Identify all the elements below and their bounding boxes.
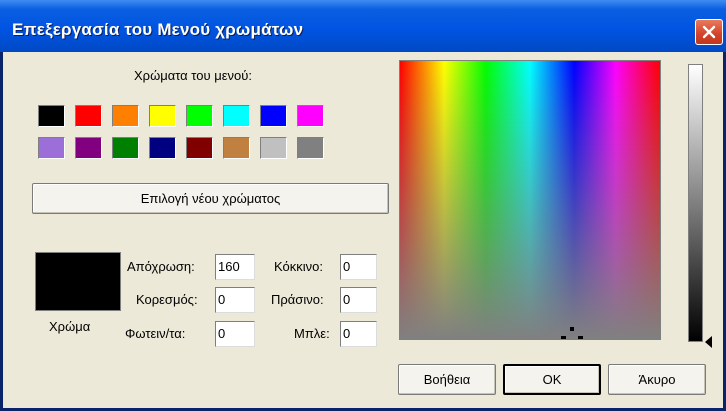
color-spectrum[interactable] (399, 60, 661, 340)
close-button[interactable] (695, 19, 723, 45)
green-label: Πράσινο: (271, 292, 324, 307)
crosshair-icon (561, 327, 583, 339)
color-swatch[interactable] (260, 105, 287, 127)
red-label: Κόκκινο: (274, 259, 323, 274)
blue-label: Μπλε: (294, 326, 330, 341)
select-new-color-button[interactable]: Επιλογή νέου χρώματος (32, 183, 389, 214)
luminance-pointer-icon[interactable] (705, 336, 713, 348)
cancel-button[interactable]: Άκυρο (608, 364, 706, 395)
green-input[interactable]: 0 (340, 287, 377, 313)
window-title: Επεξεργασία του Μενού χρωμάτων (12, 20, 304, 39)
color-swatch[interactable] (149, 105, 176, 127)
help-button[interactable]: Βοήθεια (398, 364, 496, 395)
menu-colors-label: Χρώματα του μενού: (134, 68, 252, 83)
dialog-body: Χρώματα του μενού: Επιλογή νέου χρώματος… (3, 52, 723, 408)
color-swatch[interactable] (223, 105, 250, 127)
color-swatch[interactable] (112, 137, 139, 159)
color-swatch[interactable] (75, 137, 102, 159)
saturation-input[interactable]: 0 (215, 287, 255, 313)
ok-button[interactable]: OK (503, 364, 601, 395)
color-dialog: Επεξεργασία του Μενού χρωμάτων Χρώματα τ… (0, 0, 726, 411)
color-swatch[interactable] (38, 105, 65, 127)
spectrum-saturation-gradient (400, 61, 660, 339)
close-icon (702, 25, 716, 39)
color-swatch[interactable] (297, 137, 324, 159)
color-swatch[interactable] (149, 137, 176, 159)
hue-label: Απόχρωση: (127, 259, 195, 274)
color-swatch[interactable] (38, 137, 65, 159)
luminance-slider[interactable] (688, 64, 703, 342)
color-swatch[interactable] (75, 105, 102, 127)
blue-input[interactable]: 0 (340, 321, 377, 347)
color-swatch[interactable] (186, 137, 213, 159)
color-swatch[interactable] (297, 105, 324, 127)
hue-input[interactable]: 160 (215, 254, 255, 280)
red-input[interactable]: 0 (340, 254, 377, 280)
color-swatch[interactable] (112, 105, 139, 127)
luminance-input[interactable]: 0 (215, 321, 255, 347)
luminance-label: Φωτειν/τα: (125, 326, 186, 341)
color-preview (35, 252, 121, 311)
color-swatch[interactable] (186, 105, 213, 127)
color-preview-label: Χρώμα (49, 319, 91, 334)
title-bar[interactable]: Επεξεργασία του Μενού χρωμάτων (0, 0, 726, 52)
color-swatch[interactable] (223, 137, 250, 159)
saturation-label: Κορεσμός: (136, 292, 198, 307)
color-swatch[interactable] (260, 137, 287, 159)
